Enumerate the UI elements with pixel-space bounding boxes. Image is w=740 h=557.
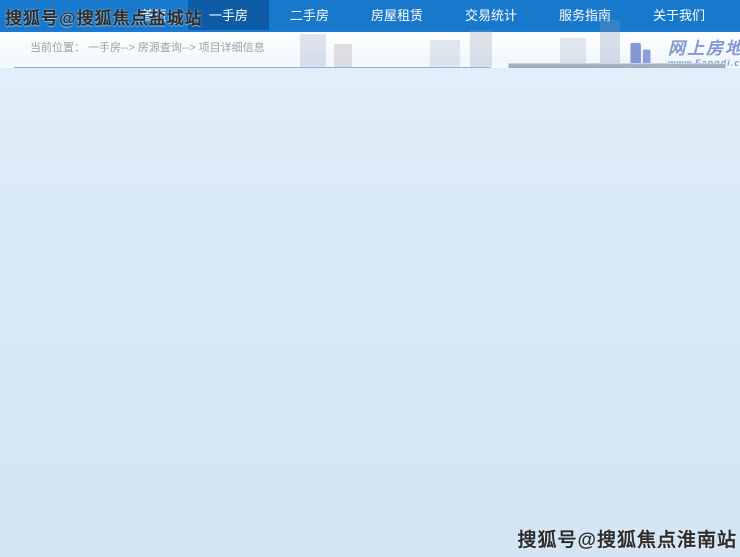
nav-item-交易统计[interactable]: 交易统计 [444, 0, 538, 30]
watermark-top: 搜狐号@搜狐焦点盐城站 [5, 4, 203, 29]
site-logo-title[interactable]: 网上房地产 [668, 40, 740, 58]
watermark-bottom: 搜狐号@搜狐焦点淮南站 [517, 525, 737, 552]
skyline-decoration: 网上房地产 www.Fangdi.com.cn 962269 服务热线 服务社会… [600, 20, 620, 68]
breadcrumb: 当前位置： 一手房--> 房源查询--> 项目详细信息 [30, 39, 265, 55]
nav-item-房屋租赁[interactable]: 房屋租赁 [350, 0, 444, 30]
nav-item-二手房[interactable]: 二手房 [269, 0, 350, 30]
project-info-header: 项目基本信息 地图定位 [14, 67, 490, 68]
project-photo [508, 63, 726, 68]
project-basic-info-section: 项目基本信息 地图定位 项目名称：圣和圣广场三期所在区县：静安区企业名称：上海圣… [14, 67, 726, 68]
nav-item-关于我们[interactable]: 关于我们 [632, 0, 726, 30]
